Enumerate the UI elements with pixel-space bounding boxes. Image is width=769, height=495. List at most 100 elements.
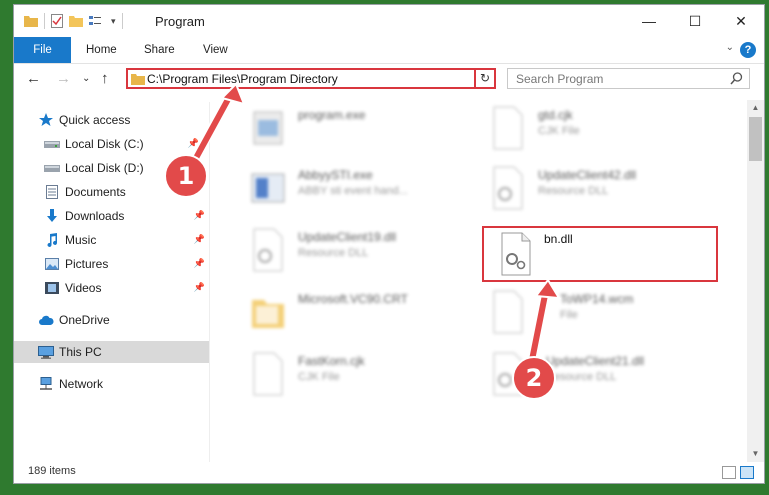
address-bar[interactable]: C:\Program Files\Program Directory ⌄ [126, 68, 494, 89]
documents-icon [44, 184, 60, 200]
sidebar-item-label: Videos [65, 281, 102, 295]
up-icon[interactable]: ↑ [101, 70, 109, 87]
computer-icon [38, 344, 54, 360]
file-icon [493, 106, 523, 150]
file-type: CJK File [538, 125, 580, 137]
scroll-thumb[interactable] [749, 117, 762, 161]
file-name: ToWP14.wcm [560, 292, 634, 306]
toolbar-divider [121, 13, 123, 29]
sidebar-item-quick-access[interactable]: Quick access [38, 109, 233, 131]
toolbar-divider [44, 13, 45, 29]
file-item-updateclient19-dll[interactable]: UpdateClient19.dll Resource DLL [250, 224, 490, 280]
refresh-button[interactable]: ↻ [474, 68, 496, 89]
address-path[interactable]: C:\Program Files\Program Directory [147, 72, 338, 86]
annotation-label-2: 2 [525, 364, 543, 392]
search-icon[interactable] [730, 72, 743, 85]
file-item-abbyysti-exe[interactable]: AbbyySTI.exe ABBY sti event hand... [250, 162, 490, 218]
highlight-box [482, 226, 718, 282]
close-button[interactable]: ✕ [718, 5, 764, 37]
sidebar-item-downloads[interactable]: Downloads 📌 [44, 205, 209, 227]
sidebar-item-label: Documents [65, 185, 126, 199]
ribbon-collapse-icon[interactable]: ⌄ [726, 42, 734, 53]
tab-view[interactable]: View [203, 37, 228, 63]
view-toggle [722, 466, 754, 479]
download-icon [44, 208, 60, 224]
new-folder-icon[interactable] [69, 15, 83, 27]
file-name: AbbyySTI.exe [298, 168, 373, 182]
drive-icon [44, 160, 60, 176]
star-icon [38, 112, 54, 128]
maximize-button[interactable]: ☐ [672, 5, 718, 37]
exe-file-icon [253, 111, 283, 145]
scroll-up-icon[interactable]: ▲ [747, 100, 764, 116]
file-name: UpdateClient42.dll [538, 168, 637, 182]
pin-icon[interactable]: 📌 [188, 138, 199, 149]
file-item-program-exe[interactable]: program.exe [250, 102, 490, 158]
qat-dropdown-icon[interactable]: ▾ [111, 16, 116, 27]
folder-icon [24, 16, 38, 27]
details-view-icon[interactable] [722, 466, 736, 479]
dll-file-icon [253, 228, 283, 272]
file-item-microsoft-vc90-crt[interactable]: Microsoft.VC90.CRT [250, 286, 490, 342]
recent-locations-icon[interactable]: ⌄ [82, 73, 90, 84]
annotation-label-1: 1 [177, 162, 195, 190]
pane-divider [209, 102, 210, 462]
sidebar-item-label: Quick access [59, 113, 131, 127]
file-name: UpdateClient21.dll [546, 354, 645, 368]
file-item-gtd-cjk[interactable]: gtd.cjk CJK File [490, 102, 730, 158]
tab-file[interactable]: File [14, 37, 71, 63]
status-bar: 189 items [14, 462, 764, 483]
sidebar-item-pictures[interactable]: Pictures 📌 [44, 253, 209, 275]
file-item-updateclient42-dll[interactable]: UpdateClient42.dll Resource DLL [490, 162, 730, 218]
videos-icon [44, 280, 60, 296]
file-name: program.exe [298, 108, 366, 122]
folder-icon [131, 74, 145, 85]
file-name: Microsoft.VC90.CRT [298, 292, 408, 306]
search-box[interactable]: Search Program [507, 68, 750, 89]
close-icon: ✕ [735, 12, 747, 29]
quick-access-toolbar: ▾ [24, 13, 123, 29]
properties-icon[interactable] [51, 14, 63, 28]
scroll-down-icon[interactable]: ▼ [747, 446, 764, 462]
refresh-icon: ↻ [479, 71, 491, 85]
sidebar-item-network[interactable]: Network [38, 373, 209, 395]
file-type: Resource DLL [298, 247, 369, 259]
pin-icon[interactable]: 📌 [194, 258, 205, 269]
sidebar-item-onedrive[interactable]: OneDrive [38, 309, 209, 331]
navigation-bar: ← → ⌄ ↑ C:\Program Files\Program Directo… [14, 64, 764, 94]
sidebar-item-label: Music [65, 233, 97, 247]
tab-home[interactable]: Home [86, 37, 117, 63]
folder-icon [252, 300, 284, 328]
help-icon[interactable]: ? [740, 42, 756, 58]
back-icon[interactable]: ← [26, 70, 41, 87]
file-item-fastkorn-cjk[interactable]: FastKorn.cjk CJK File [250, 348, 490, 404]
pin-icon[interactable]: 📌 [194, 282, 205, 293]
sidebar-item-local-disk-c[interactable]: Local Disk (C:) 📌 [44, 133, 209, 155]
view-options-icon[interactable] [89, 15, 105, 27]
drive-icon [44, 136, 60, 152]
vertical-scrollbar[interactable]: ▲ ▼ [747, 100, 764, 462]
forward-icon[interactable]: → [56, 70, 71, 87]
sidebar-item-label: Network [59, 377, 104, 391]
exe-file-icon [251, 173, 285, 203]
explorer-window: ▾ Program — ☐ ✕ File Home Share View ⌄ ?… [13, 4, 765, 484]
file-item-towp14-wcm[interactable]: ToWP14.wcm File [490, 286, 730, 342]
tab-share[interactable]: Share [144, 37, 175, 63]
sidebar-item-this-pc[interactable]: This PC [14, 341, 209, 363]
title-bar: ▾ Program — ☐ ✕ [14, 5, 764, 37]
network-icon [38, 376, 54, 392]
minimize-icon: — [642, 13, 656, 29]
file-type: Resource DLL [538, 185, 609, 197]
sidebar-item-videos[interactable]: Videos 📌 [44, 277, 209, 299]
file-icon [253, 352, 283, 396]
file-icon [493, 290, 523, 334]
ribbon: File Home Share View ⌄ ? [14, 37, 764, 64]
sidebar-item-music[interactable]: Music 📌 [44, 229, 209, 251]
file-type: ABBY sti event hand... [298, 185, 408, 197]
pin-icon[interactable]: 📌 [194, 234, 205, 245]
minimize-button[interactable]: — [626, 5, 672, 37]
pin-icon[interactable]: 📌 [194, 210, 205, 221]
search-input[interactable]: Search Program [516, 72, 603, 86]
large-icons-view-icon[interactable] [740, 466, 754, 479]
file-name: FastKorn.cjk [298, 354, 365, 368]
